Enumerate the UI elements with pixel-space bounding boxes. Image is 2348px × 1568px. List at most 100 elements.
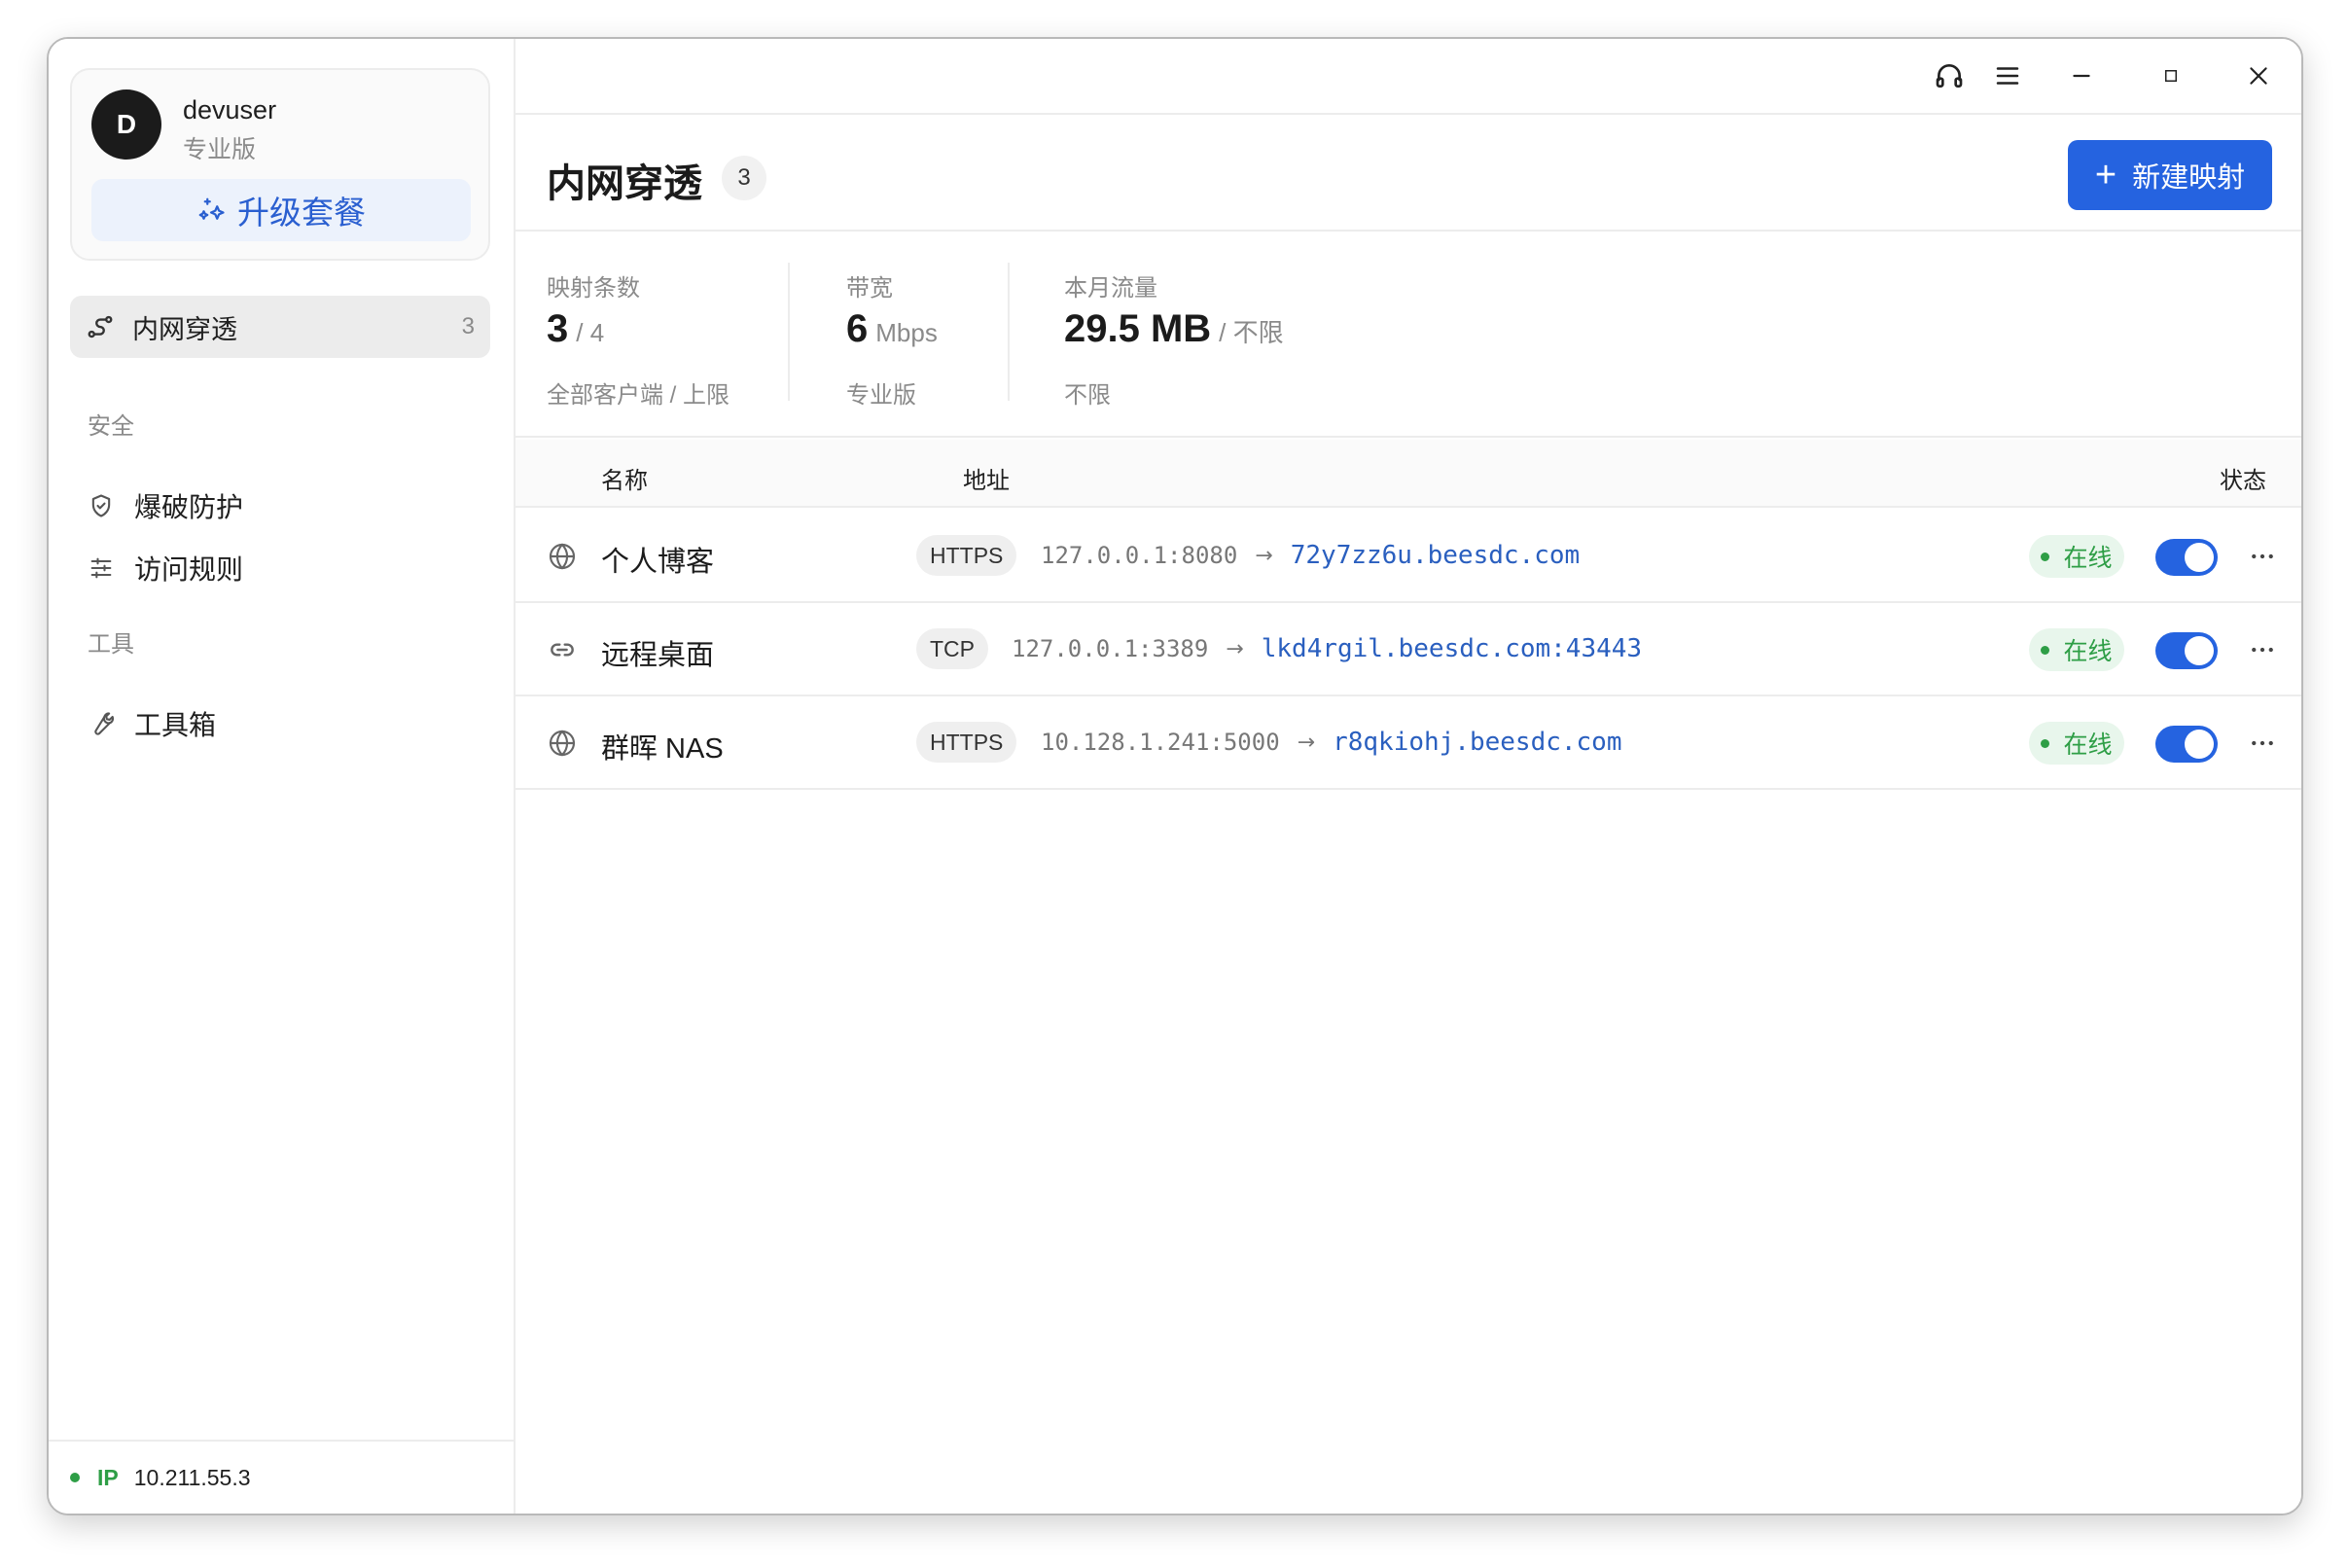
mapping-address: 127.0.0.1:8080 → 72y7zz6u.beesdc.com: [1041, 541, 1580, 570]
plus-icon: +: [2094, 155, 2117, 196]
page-title: 内网穿透: [547, 162, 702, 205]
protocol-badge: TCP: [916, 628, 988, 669]
link-icon: [551, 643, 574, 657]
status-badge: 在线: [2029, 535, 2124, 578]
more-options-icon[interactable]: [2243, 630, 2282, 669]
local-address: 127.0.0.1:8080: [1041, 542, 1238, 569]
online-dot: [2041, 552, 2050, 561]
protocol-badge: HTTPS: [916, 722, 1017, 763]
mapping-name: 远程桌面: [601, 640, 715, 671]
plan-label: 专业版: [183, 136, 257, 163]
more-options-icon[interactable]: [2243, 537, 2282, 576]
stat-big: 3: [547, 307, 569, 350]
stat-label: 映射条数: [547, 275, 640, 302]
stat-big: 29.5 MB: [1064, 307, 1212, 350]
new-mapping-label: 新建映射: [2132, 162, 2246, 194]
enable-toggle[interactable]: [2155, 539, 2218, 576]
upgrade-plan-label: 升级套餐: [237, 195, 366, 231]
stat-divider: [788, 263, 790, 401]
protocol-badge: HTTPS: [916, 535, 1017, 576]
sidebar-item-label: 工具箱: [134, 710, 217, 740]
close-icon[interactable]: [2241, 58, 2276, 93]
new-mapping-button[interactable]: + 新建映射: [2068, 140, 2272, 210]
sidebar-item-label: 爆破防护: [134, 492, 244, 522]
ip-value: 10.211.55.3: [133, 1464, 251, 1490]
stat-value: 29.5 MB / 不限: [1064, 307, 1284, 351]
status-badge: 在线: [2029, 628, 2124, 671]
mapping-address: 10.128.1.241:5000 → r8qkiohj.beesdc.com: [1041, 728, 1622, 757]
remote-address-link[interactable]: r8qkiohj.beesdc.com: [1333, 728, 1621, 757]
stat-sub: 专业版: [846, 382, 916, 409]
mapping-name: 群晖 NAS: [601, 733, 724, 765]
column-header-status[interactable]: 状态: [2220, 461, 2266, 495]
toggle-knob: [2185, 730, 2214, 759]
globe-icon: [549, 730, 576, 757]
minimize-icon[interactable]: [2064, 58, 2099, 93]
table-row[interactable]: 群晖 NAS HTTPS 10.128.1.241:5000 → r8qkioh…: [516, 696, 2301, 790]
page-header: 内网穿透 3 + 新建映射: [516, 117, 2301, 232]
stat-value: 3/ 4: [547, 307, 604, 351]
sparkle-icon: [198, 197, 225, 220]
arrow-right-icon: →: [1297, 730, 1316, 755]
arrow-right-icon: →: [1255, 543, 1273, 568]
tunnel-icon: [88, 315, 113, 339]
headset-icon[interactable]: [1932, 58, 1967, 93]
username: devuser: [183, 95, 277, 125]
enable-toggle[interactable]: [2155, 632, 2218, 669]
section-title-tools: 工具: [88, 631, 134, 658]
toggle-knob: [2185, 636, 2214, 665]
avatar[interactable]: D: [91, 89, 161, 160]
sidebar-item-tunnel[interactable]: 内网穿透 3: [70, 296, 490, 358]
local-address: 10.128.1.241:5000: [1041, 729, 1280, 756]
local-address: 127.0.0.1:3389: [1012, 635, 1209, 662]
status-label: 在线: [2063, 545, 2113, 572]
stat-small: / 4: [576, 318, 605, 347]
online-dot: [2041, 738, 2050, 748]
sliders-icon: [90, 557, 112, 579]
online-dot: [70, 1473, 80, 1482]
user-card: D devuser 专业版 升级套餐: [70, 68, 490, 261]
sidebar-item-brute-force[interactable]: 爆破防护: [88, 482, 477, 529]
section-title-security: 安全: [88, 413, 134, 440]
sidebar-item-count: 3: [461, 313, 475, 339]
sidebar-item-label: 内网穿透: [132, 314, 237, 344]
column-header-address[interactable]: 地址: [963, 461, 1010, 495]
stat-big: 6: [846, 307, 869, 350]
table-row[interactable]: 个人博客 HTTPS 127.0.0.1:8080 → 72y7zz6u.bee…: [516, 510, 2301, 603]
stat-value: 6 Mbps: [846, 307, 938, 351]
upgrade-plan-button[interactable]: 升级套餐: [91, 179, 471, 241]
remote-address-link[interactable]: 72y7zz6u.beesdc.com: [1291, 541, 1580, 570]
sidebar-item-access-rules[interactable]: 访问规则: [88, 545, 477, 591]
remote-address-link[interactable]: lkd4rgil.beesdc.com:43443: [1262, 634, 1642, 663]
mapping-name: 个人博客: [601, 547, 715, 578]
sidebar-item-toolbox[interactable]: 工具箱: [88, 700, 477, 747]
sidebar: D devuser 专业版 升级套餐 内网穿透 3 安全 爆破防护 访问规则 工…: [49, 39, 516, 1514]
stat-label: 带宽: [846, 275, 893, 302]
table-header: 名称 地址 状态: [516, 440, 2301, 508]
shield-icon: [91, 494, 111, 517]
stat-sub: 不限: [1064, 382, 1111, 409]
stats-panel: 映射条数 3/ 4 全部客户端 / 上限 带宽 6 Mbps 专业版 本月流量 2…: [516, 233, 2301, 438]
titlebar: [516, 39, 2301, 115]
enable-toggle[interactable]: [2155, 726, 2218, 763]
menu-icon[interactable]: [1990, 58, 2025, 93]
toggle-knob: [2185, 543, 2214, 572]
stat-small: Mbps: [875, 318, 938, 347]
stat-small: / 不限: [1219, 318, 1284, 347]
globe-icon: [549, 543, 576, 570]
stat-label: 本月流量: [1064, 275, 1157, 302]
online-dot: [2041, 645, 2050, 655]
status-label: 在线: [2063, 731, 2113, 759]
status-label: 在线: [2063, 638, 2113, 665]
more-options-icon[interactable]: [2243, 724, 2282, 763]
table-row[interactable]: 远程桌面 TCP 127.0.0.1:3389 → lkd4rgil.beesd…: [516, 603, 2301, 696]
title-count-badge: 3: [722, 156, 766, 200]
app-window: D devuser 专业版 升级套餐 内网穿透 3 安全 爆破防护 访问规则 工…: [47, 37, 2303, 1515]
status-badge: 在线: [2029, 722, 2124, 765]
stat-divider: [1008, 263, 1010, 401]
column-header-name[interactable]: 名称: [601, 461, 648, 495]
maximize-icon[interactable]: [2153, 58, 2188, 93]
sidebar-item-label: 访问规则: [134, 554, 244, 585]
ip-label: IP: [97, 1464, 119, 1490]
main-content: 内网穿透 3 + 新建映射 映射条数 3/ 4 全部客户端 / 上限 带宽 6M…: [516, 39, 2301, 1514]
